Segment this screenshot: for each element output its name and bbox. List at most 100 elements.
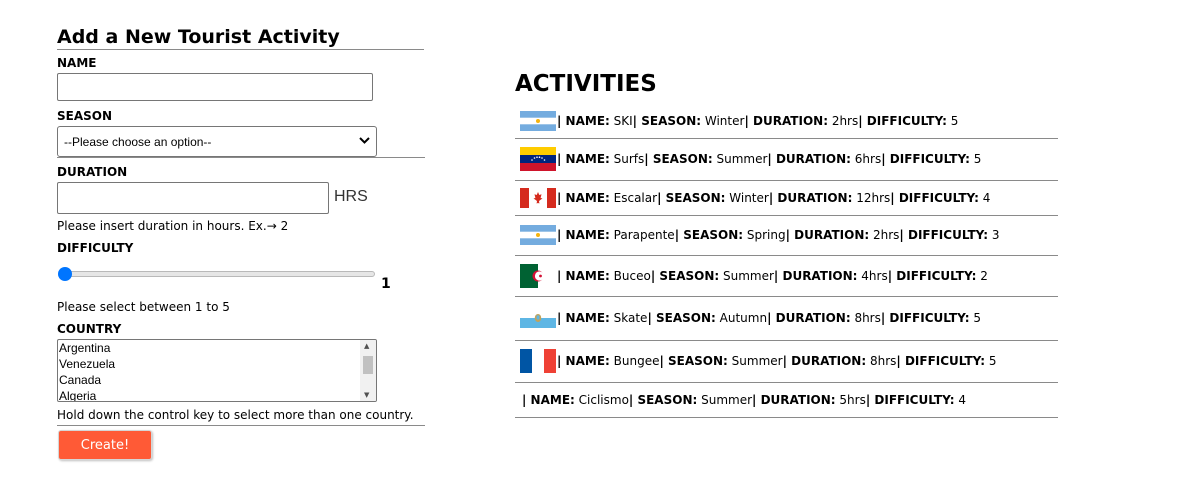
season-field-label: | SEASON: bbox=[628, 392, 698, 407]
san-marino-flag-icon bbox=[520, 308, 556, 328]
activity-duration: 6hrs bbox=[850, 152, 882, 166]
listbox-scrollbar[interactable]: ▲ ▼ bbox=[360, 340, 376, 401]
duration-input[interactable] bbox=[57, 182, 329, 214]
duration-field-label: | DURATION: bbox=[773, 268, 858, 283]
duration-hint: Please insert duration in hours. Ex.→ 2 bbox=[57, 219, 289, 233]
difficulty-field-label: | DIFFICULTY: bbox=[887, 268, 977, 283]
activity-difficulty: 4 bbox=[978, 190, 991, 205]
activity-duration: 2hrs bbox=[869, 228, 900, 242]
name-input[interactable] bbox=[57, 73, 373, 101]
activity-season: Spring bbox=[743, 228, 786, 242]
country-option[interactable]: Algeria bbox=[58, 388, 376, 401]
divider bbox=[57, 157, 425, 158]
duration-label: DURATION bbox=[57, 165, 128, 179]
season-select[interactable]: --Please choose an option-- bbox=[57, 126, 377, 157]
activity-difficulty: 5 bbox=[946, 113, 959, 128]
activity-season: Summer bbox=[712, 152, 768, 166]
country-listbox[interactable]: Argentina Venezuela Canada Algeria ▲ ▼ bbox=[57, 339, 377, 402]
season-field-label: | SEASON: bbox=[657, 190, 726, 205]
duration-field-label: | DURATION: bbox=[767, 311, 851, 325]
activity-name: Buceo bbox=[609, 268, 651, 283]
activity-season: Summer bbox=[719, 268, 774, 283]
activity-duration: 12hrs bbox=[852, 190, 891, 205]
name-field-label: | NAME: bbox=[557, 354, 610, 368]
france-flag-icon bbox=[520, 349, 556, 373]
activity-duration: 8hrs bbox=[850, 311, 881, 325]
duration-field-label: | DURATION: bbox=[752, 392, 836, 407]
activity-name: Ciclismo bbox=[574, 392, 629, 407]
activity-difficulty: 3 bbox=[988, 228, 1000, 242]
name-field-label: | NAME: bbox=[557, 268, 610, 283]
country-option[interactable]: Canada bbox=[58, 372, 376, 388]
activity-season: Summer bbox=[697, 392, 753, 407]
name-field-label: | NAME: bbox=[557, 311, 610, 325]
name-field-label: | NAME: bbox=[557, 152, 610, 166]
duration-field-label: | DURATION: bbox=[767, 152, 851, 166]
activity-difficulty: 5 bbox=[969, 152, 982, 166]
duration-field-label: | DURATION: bbox=[782, 354, 867, 368]
name-field-label: | NAME: bbox=[557, 113, 610, 128]
activities-title: ACTIVITIES bbox=[515, 71, 657, 97]
activity-season: Winter bbox=[701, 113, 745, 128]
difficulty-value: 1 bbox=[381, 276, 391, 292]
activity-duration: 2hrs bbox=[828, 113, 859, 128]
season-field-label: | SEASON: bbox=[632, 113, 702, 128]
scroll-up-icon[interactable]: ▲ bbox=[364, 342, 369, 350]
activity-name: Skate bbox=[609, 311, 648, 325]
argentina-flag-icon bbox=[520, 110, 556, 131]
country-hint: Hold down the control key to select more… bbox=[57, 408, 414, 422]
difficulty-label: DIFFICULTY bbox=[57, 241, 134, 255]
activity-name: SKI bbox=[609, 113, 633, 128]
season-field-label: | SEASON: bbox=[647, 311, 716, 325]
difficulty-field-label: | DIFFICULTY: bbox=[880, 311, 970, 325]
season-selected-value: --Please choose an option-- bbox=[64, 134, 212, 149]
duration-field-label: | DURATION: bbox=[768, 190, 853, 205]
activity-difficulty: 5 bbox=[969, 311, 982, 325]
activity-row: | NAME: Skate | SEASON: Autumn | DURATION:… bbox=[515, 296, 1058, 341]
activity-season: Summer bbox=[727, 354, 783, 368]
add-activity-form: Add a New Tourist Activity NAME SEASON -… bbox=[57, 26, 425, 460]
country-option[interactable]: Venezuela bbox=[58, 356, 376, 372]
activity-season: Winter bbox=[725, 190, 769, 205]
name-field-label: | NAME: bbox=[557, 190, 610, 205]
country-option[interactable]: Argentina bbox=[58, 340, 376, 356]
activity-duration: 8hrs bbox=[866, 354, 897, 368]
activity-name: Parapente bbox=[609, 228, 675, 242]
difficulty-field-label: | DIFFICULTY: bbox=[858, 113, 947, 128]
difficulty-hint: Please select between 1 to 5 bbox=[57, 300, 230, 314]
difficulty-field-label: | DIFFICULTY: bbox=[896, 354, 986, 368]
duration-unit: HRS bbox=[334, 188, 368, 205]
activity-name: Escalar bbox=[609, 190, 658, 205]
argentina-flag-icon bbox=[520, 225, 556, 245]
divider bbox=[57, 425, 425, 426]
activity-row: | NAME: Buceo | SEASON: Summer | DURATION:… bbox=[515, 255, 1058, 297]
activity-row: | NAME: Bungee | SEASON: Summer | DURATION… bbox=[515, 340, 1058, 383]
season-label: SEASON bbox=[57, 109, 113, 123]
season-field-label: | SEASON: bbox=[644, 152, 713, 166]
activity-row: | NAME: Escalar | SEASON: Winter | DURATIO… bbox=[515, 180, 1058, 216]
difficulty-slider[interactable] bbox=[59, 271, 375, 277]
duration-field-label: | DURATION: bbox=[744, 113, 828, 128]
activity-name: Surfs bbox=[609, 152, 645, 166]
difficulty-slider-thumb[interactable] bbox=[58, 267, 72, 281]
activity-row: | NAME: Parapente | SEASON: Spring | DURAT… bbox=[515, 215, 1058, 256]
activity-season: Autumn bbox=[715, 311, 768, 325]
activity-row: | NAME: Surfs | SEASON: Summer | DURATION:… bbox=[515, 138, 1058, 181]
activity-difficulty: 2 bbox=[976, 268, 988, 283]
create-button[interactable]: Create! bbox=[58, 430, 152, 460]
chevron-down-icon bbox=[359, 136, 370, 147]
difficulty-field-label: | DIFFICULTY: bbox=[899, 228, 989, 242]
scrollbar-thumb[interactable] bbox=[363, 356, 373, 374]
activity-difficulty: 5 bbox=[985, 354, 997, 368]
activity-name: Bungee bbox=[609, 354, 660, 368]
scroll-down-icon[interactable]: ▼ bbox=[364, 391, 369, 399]
name-field-label: | NAME: bbox=[522, 392, 575, 407]
difficulty-field-label: | DIFFICULTY: bbox=[881, 152, 970, 166]
algeria-flag-icon bbox=[520, 263, 556, 288]
difficulty-field-label: | DIFFICULTY: bbox=[890, 190, 979, 205]
activities-panel: ACTIVITIES | NAME: SKI | SEASON: Winter | … bbox=[515, 70, 1058, 418]
season-field-label: | SEASON: bbox=[650, 268, 720, 283]
season-field-label: | SEASON: bbox=[659, 354, 728, 368]
activity-row: | NAME: Ciclismo | SEASON: Summer | DURATI… bbox=[515, 382, 1058, 418]
form-title: Add a New Tourist Activity bbox=[57, 26, 424, 50]
